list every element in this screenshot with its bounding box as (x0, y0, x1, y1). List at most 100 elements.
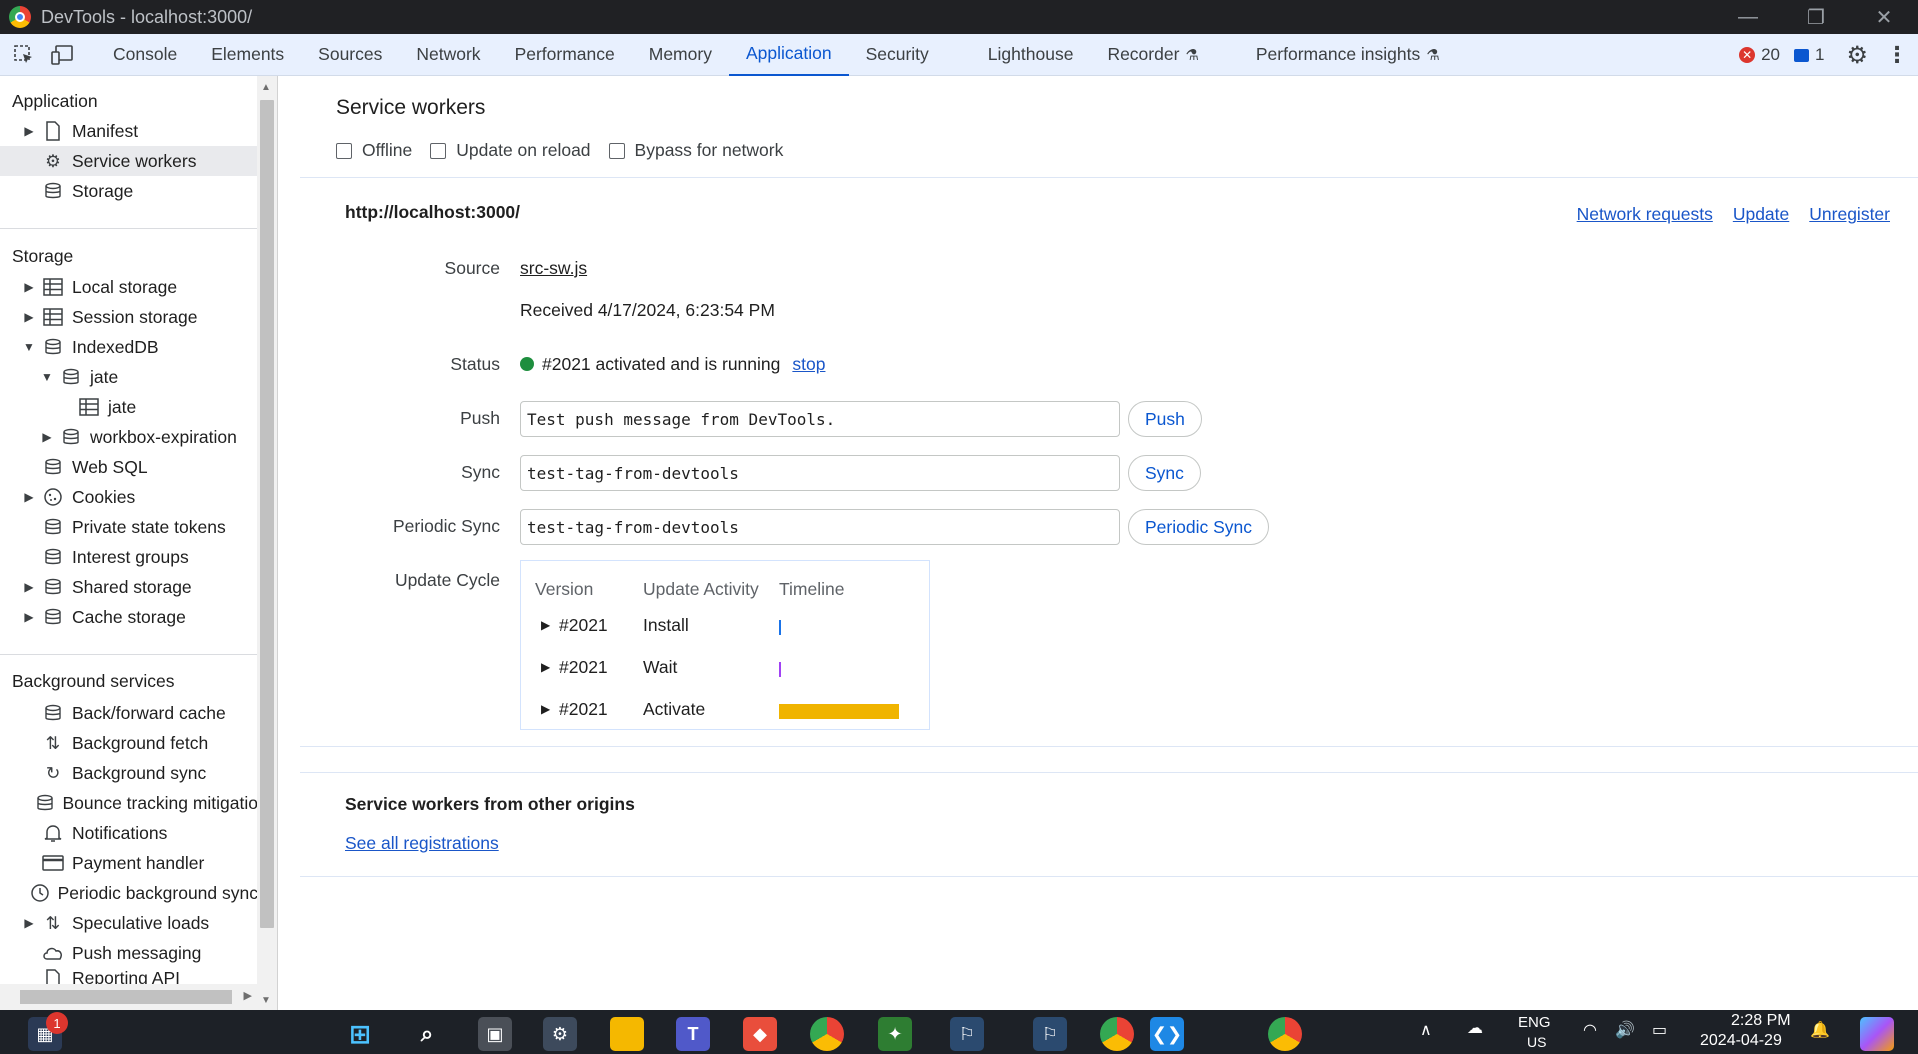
sidebar-item-workbox-expiration[interactable]: ▶ workbox-expiration (0, 422, 258, 452)
volume-icon[interactable]: 🔊 (1615, 1020, 1635, 1040)
tab-recorder[interactable]: Recorder ⚗ (1090, 34, 1238, 76)
push-button[interactable]: Push (1128, 401, 1202, 437)
tab-performance-insights[interactable]: Performance insights ⚗ (1239, 34, 1457, 76)
show-hidden-icons-chevron-icon[interactable]: ∧ (1420, 1020, 1432, 1040)
wifi-icon[interactable]: ◠ (1583, 1020, 1597, 1040)
mysql-workbench-icon[interactable]: ⚐ (950, 1017, 984, 1051)
see-all-registrations-link[interactable]: See all registrations (345, 833, 499, 854)
tab-sources[interactable]: Sources (301, 34, 399, 76)
clock-date[interactable]: 2024-04-29 (1700, 1032, 1782, 1050)
sidebar-item-push-messaging[interactable]: Push messaging (0, 938, 258, 968)
expand-arrow-icon[interactable]: ▶ (22, 916, 36, 930)
sidebar-item-local-storage[interactable]: ▶ Local storage (0, 272, 258, 302)
teams-icon[interactable]: T (676, 1017, 710, 1051)
chrome-profile-icon[interactable] (1100, 1017, 1134, 1051)
source-link[interactable]: src-sw.js (520, 258, 587, 279)
scrollbar-thumb[interactable] (20, 990, 232, 1004)
expand-arrow-icon[interactable]: ▶ (22, 280, 36, 294)
expand-arrow-icon[interactable]: ▶ (22, 490, 36, 504)
mysql-workbench-icon[interactable]: ⚐ (1033, 1017, 1067, 1051)
expand-arrow-icon[interactable]: ▶ (541, 618, 550, 632)
settings-gear-icon[interactable]: ⚙ (1846, 41, 1868, 70)
collapse-arrow-icon[interactable]: ▼ (40, 370, 54, 384)
message-count-badge[interactable]: 1 (1794, 45, 1824, 65)
collapse-arrow-icon[interactable]: ▼ (22, 340, 36, 354)
gitkraken-icon[interactable]: ✦ (878, 1017, 912, 1051)
input-language[interactable]: ENG (1518, 1014, 1551, 1031)
sidebar-item-web-sql[interactable]: Web SQL (0, 452, 258, 482)
sidebar-item-back-forward-cache[interactable]: Back/forward cache (0, 698, 258, 728)
restore-button[interactable]: ❐ (1782, 0, 1850, 34)
chrome-profile-icon[interactable] (1268, 1017, 1302, 1051)
expand-arrow-icon[interactable]: ▶ (22, 610, 36, 624)
tab-memory[interactable]: Memory (632, 34, 729, 76)
update-on-reload-checkbox[interactable] (430, 142, 447, 159)
expand-arrow-icon[interactable]: ▶ (22, 124, 36, 138)
sidebar-item-shared-storage[interactable]: ▶ Shared storage (0, 572, 258, 602)
notifications-bell-icon[interactable]: 🔔 (1810, 1020, 1830, 1040)
sidebar-item-payment-handler[interactable]: Payment handler (0, 848, 258, 878)
cycle-row[interactable]: ▶ #2021 Activate (521, 695, 929, 725)
sidebar-item-notifications[interactable]: Notifications (0, 818, 258, 848)
sidebar-item-manifest[interactable]: ▶ Manifest (0, 116, 258, 146)
sidebar-item-jate-store[interactable]: jate (0, 392, 258, 422)
update-link[interactable]: Update (1733, 204, 1789, 225)
more-options-icon[interactable]: ⋮ (1886, 42, 1908, 68)
expand-arrow-icon[interactable]: ▶ (22, 310, 36, 324)
sidebar-vertical-scrollbar[interactable]: ▲ ▼ (257, 76, 277, 1010)
sidebar-item-service-workers[interactable]: ⚙ Service workers (0, 146, 258, 176)
scroll-down-arrow-icon[interactable]: ▼ (261, 995, 271, 1006)
tab-elements[interactable]: Elements (194, 34, 301, 76)
vscode-icon[interactable]: ❮❯ (1150, 1017, 1184, 1051)
bypass-for-network-checkbox[interactable] (608, 142, 625, 159)
stop-link[interactable]: stop (792, 354, 825, 374)
sidebar-item-cookies[interactable]: ▶ Cookies (0, 482, 258, 512)
settings-app-icon[interactable]: ⚙ (543, 1017, 577, 1051)
expand-arrow-icon[interactable]: ▶ (22, 580, 36, 594)
task-view-icon[interactable]: ▣ (478, 1017, 512, 1051)
tab-network[interactable]: Network (399, 34, 497, 76)
start-windows-icon[interactable]: ⊞ (343, 1017, 377, 1051)
close-button[interactable]: ✕ (1850, 0, 1918, 34)
sidebar-item-session-storage[interactable]: ▶ Session storage (0, 302, 258, 332)
sidebar-item-jate-db[interactable]: ▼ jate (0, 362, 258, 392)
copilot-icon[interactable] (1860, 1017, 1894, 1051)
sidebar-item-background-sync[interactable]: ↻ Background sync (0, 758, 258, 788)
error-count-badge[interactable]: ✕ 20 (1739, 45, 1780, 65)
push-input[interactable]: Test push message from DevTools. (520, 401, 1120, 437)
sidebar-item-reporting-api[interactable]: Reporting API (0, 968, 258, 984)
sync-button[interactable]: Sync (1128, 455, 1201, 491)
scroll-up-arrow-icon[interactable]: ▲ (261, 82, 271, 93)
sidebar-item-periodic-background-sync[interactable]: Periodic background sync (0, 878, 258, 908)
search-icon[interactable]: ⌕ (410, 1017, 444, 1051)
cycle-row[interactable]: ▶ #2021 Install (521, 611, 929, 641)
periodic-sync-input[interactable]: test-tag-from-devtools (520, 509, 1120, 545)
expand-arrow-icon[interactable]: ▶ (40, 430, 54, 444)
file-explorer-icon[interactable] (610, 1017, 644, 1051)
scroll-right-arrow-icon[interactable]: ▶ (244, 989, 252, 1002)
onedrive-cloud-icon[interactable]: ☁ (1467, 1018, 1483, 1038)
periodic-sync-button[interactable]: Periodic Sync (1128, 509, 1269, 545)
network-requests-link[interactable]: Network requests (1577, 204, 1713, 225)
sidebar-item-cache-storage[interactable]: ▶ Cache storage (0, 602, 258, 632)
offline-checkbox[interactable] (336, 142, 352, 159)
device-toolbar-icon[interactable] (48, 40, 78, 70)
git-app-icon[interactable]: ◆ (743, 1017, 777, 1051)
inspect-element-icon[interactable] (9, 40, 39, 70)
cycle-row[interactable]: ▶ #2021 Wait (521, 653, 929, 683)
sidebar-item-background-fetch[interactable]: ⇅ Background fetch (0, 728, 258, 758)
tab-application[interactable]: Application (728, 34, 849, 76)
sidebar-item-speculative-loads[interactable]: ▶ ⇅ Speculative loads (0, 908, 258, 938)
tab-security[interactable]: Security (849, 34, 971, 76)
expand-arrow-icon[interactable]: ▶ (541, 660, 550, 674)
chrome-taskbar-icon[interactable] (810, 1017, 844, 1051)
sidebar-item-bounce-tracking[interactable]: Bounce tracking mitigatio (0, 788, 258, 818)
sidebar-item-interest-groups[interactable]: Interest groups (0, 542, 258, 572)
tab-lighthouse[interactable]: Lighthouse (971, 34, 1091, 76)
sidebar-item-storage[interactable]: Storage (0, 176, 258, 206)
tab-console[interactable]: Console (96, 34, 194, 76)
battery-icon[interactable]: ▭ (1652, 1020, 1667, 1040)
tab-performance[interactable]: Performance (498, 34, 632, 76)
sidebar-item-private-state-tokens[interactable]: Private state tokens (0, 512, 258, 542)
minimize-button[interactable]: — (1714, 0, 1782, 34)
